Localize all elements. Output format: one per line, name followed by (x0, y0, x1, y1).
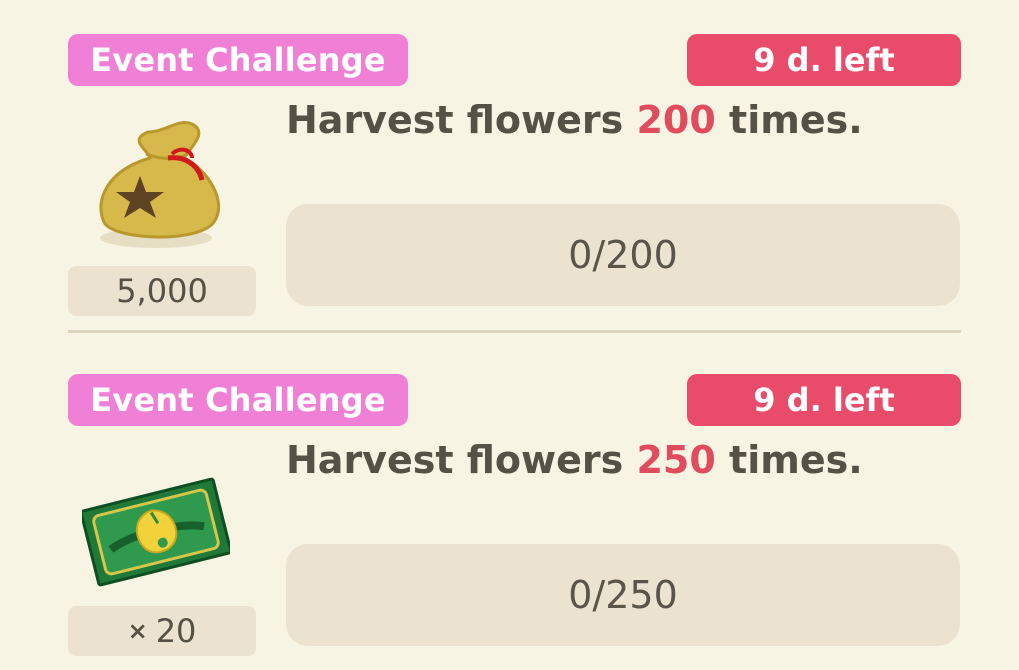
reward-amount: 20 (155, 612, 197, 650)
challenge-card: Event Challenge 9 d. left Harvest flower… (0, 0, 1019, 330)
task-suffix: times. (715, 438, 863, 482)
challenge-task-text: Harvest flowers 250 times. (286, 438, 863, 482)
task-count: 200 (636, 98, 716, 142)
task-suffix: times. (715, 98, 863, 142)
task-prefix: Harvest flowers (286, 98, 637, 142)
divider (68, 330, 961, 333)
leaf-ticket-icon (82, 477, 230, 587)
time-left-badge: 9 d. left (687, 34, 961, 86)
task-count: 250 (636, 438, 716, 482)
reward-amount-box: × 20 (68, 606, 256, 656)
progress-bar: 0/200 (286, 204, 960, 306)
bells-bag-icon (99, 121, 221, 248)
time-left-badge: 9 d. left (687, 374, 961, 426)
event-challenge-tag: Event Challenge (68, 374, 408, 426)
challenge-card: Event Challenge 9 d. left Harvest flower… (0, 340, 1019, 670)
challenge-task-text: Harvest flowers 200 times. (286, 98, 863, 142)
progress-text: 0/250 (568, 573, 678, 617)
multiplier-icon: × (127, 617, 148, 645)
task-prefix: Harvest flowers (286, 438, 637, 482)
reward-amount: 5,000 (116, 272, 208, 310)
reward-amount-box: 5,000 (68, 266, 256, 316)
progress-text: 0/200 (568, 233, 678, 277)
event-challenge-tag: Event Challenge (68, 34, 408, 86)
progress-bar: 0/250 (286, 544, 960, 646)
